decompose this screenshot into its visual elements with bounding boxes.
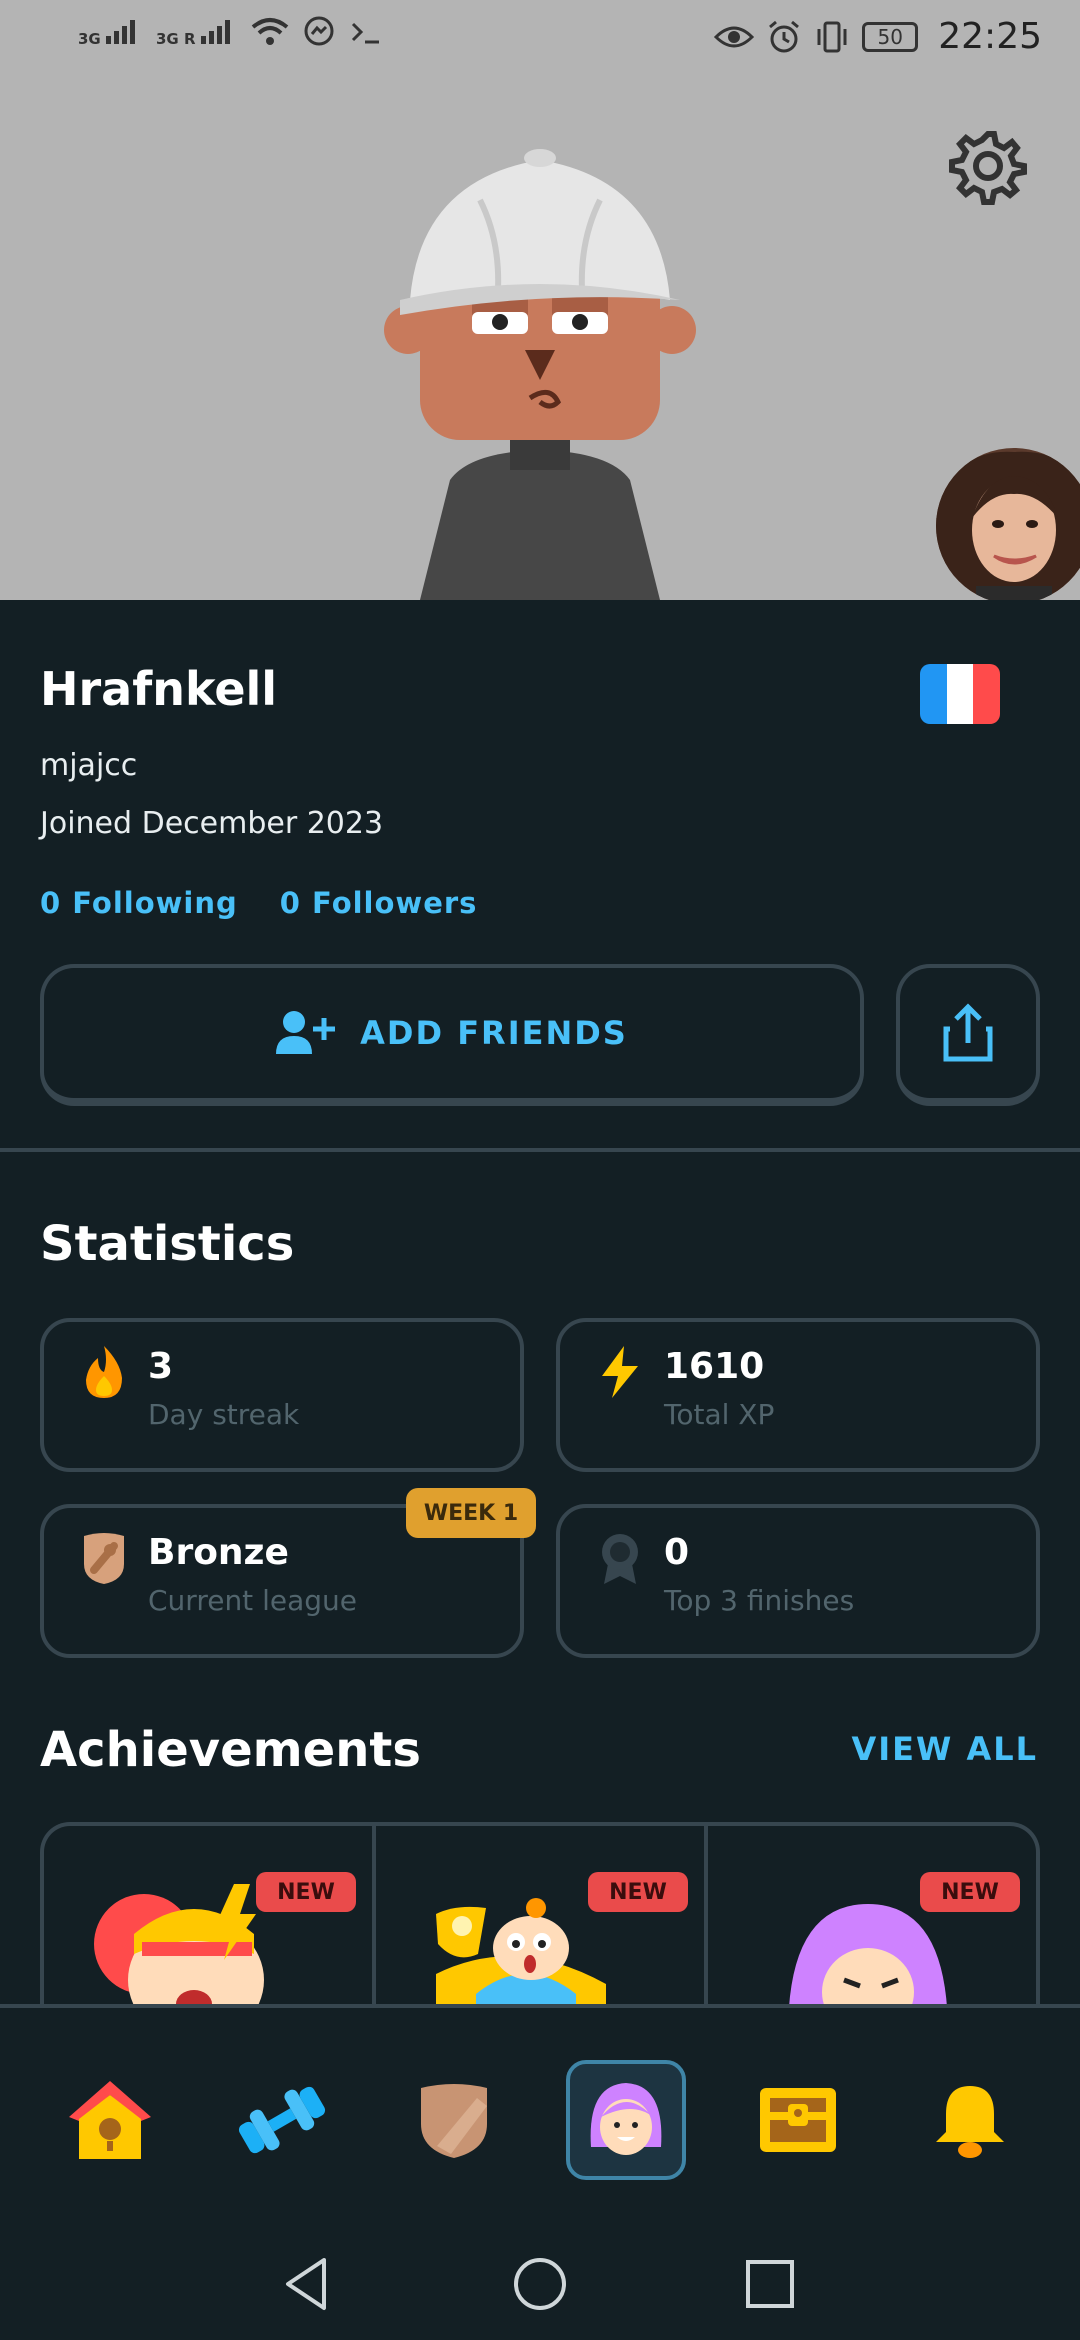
signal-icon: 3G [78, 18, 142, 47]
week-badge: WEEK 1 [406, 1488, 536, 1538]
nav-leagues[interactable] [394, 2060, 514, 2180]
terminal-icon [351, 22, 379, 44]
home-nav-icon[interactable] [510, 2254, 570, 2314]
follow-stats: 0 Following 0 Followers [40, 886, 477, 920]
username: mjajcc [40, 748, 138, 783]
practice-dumbbell-icon [238, 2086, 326, 2154]
nav-home[interactable] [50, 2060, 170, 2180]
battery-icon: 50 [862, 21, 919, 52]
wildfire-achievement-icon [94, 1884, 264, 2022]
share-button[interactable] [896, 964, 1040, 1106]
achievements-list: NEW NEW NEW [40, 1822, 1040, 2022]
trophy-achievement-icon [436, 1898, 606, 2022]
eye-icon [714, 26, 755, 47]
achievement-card[interactable]: NEW [708, 1826, 1036, 2022]
bottom-navigation [0, 2004, 1080, 2214]
new-badge: NEW [256, 1872, 356, 1912]
nav-shop[interactable] [738, 2060, 858, 2180]
nav-notifications[interactable] [910, 2060, 1030, 2180]
add-friends-label: ADD FRIENDS [360, 1014, 628, 1052]
recents-icon[interactable] [740, 2254, 800, 2314]
system-navigation-bar [0, 2214, 1080, 2340]
statistics-title: Statistics [40, 1216, 295, 1272]
stat-label: Top 3 finishes [664, 1584, 855, 1617]
medal-icon [602, 1534, 638, 1584]
stat-value: 3 [148, 1346, 174, 1387]
nav-profile[interactable] [566, 2060, 686, 2180]
profile-header: 3G 3G R 50 22:25 [0, 0, 1080, 600]
settings-gear-icon[interactable] [948, 126, 1028, 206]
user-photo-avatar[interactable] [936, 448, 1080, 600]
stat-value: 1610 [664, 1346, 765, 1387]
status-time: 22:25 [938, 16, 1042, 57]
stat-label: Total XP [664, 1398, 775, 1431]
france-flag-icon[interactable] [920, 664, 1000, 724]
section-divider [0, 1148, 1080, 1152]
new-badge: NEW [588, 1872, 688, 1912]
following-link[interactable]: 0 Following [40, 886, 238, 920]
status-bar: 3G 3G R 50 22:25 [0, 0, 1080, 72]
stat-card-xp[interactable]: 1610 Total XP [556, 1318, 1040, 1472]
wifi-icon [251, 18, 289, 45]
view-all-link[interactable]: VIEW ALL [851, 1730, 1038, 1768]
vibrate-icon [817, 21, 847, 52]
followers-link[interactable]: 0 Followers [280, 886, 478, 920]
stat-label: Current league [148, 1584, 357, 1617]
shop-chest-icon [760, 2088, 836, 2152]
home-icon [69, 2081, 151, 2159]
back-icon[interactable] [278, 2254, 338, 2314]
add-friends-button[interactable]: ADD FRIENDS [40, 964, 864, 1106]
new-badge: NEW [920, 1872, 1020, 1912]
share-icon [943, 1003, 993, 1062]
achievements-title: Achievements [40, 1722, 421, 1778]
signal-icon: 3G R [156, 18, 237, 47]
profile-icon [590, 2083, 662, 2155]
achievement-card[interactable]: NEW [376, 1826, 708, 2022]
lightning-icon [602, 1346, 638, 1398]
display-name: Hrafnkell [40, 662, 278, 716]
achievement-card[interactable]: NEW [44, 1826, 376, 2022]
alarm-icon [769, 20, 800, 52]
joined-date: Joined December 2023 [40, 806, 384, 841]
nav-practice[interactable] [222, 2060, 342, 2180]
sage-achievement-icon [777, 1904, 948, 2022]
bell-icon [936, 2086, 1004, 2158]
avatar-illustration [384, 149, 696, 600]
league-shield-icon [421, 2084, 487, 2158]
stat-card-streak[interactable]: 3 Day streak [40, 1318, 524, 1472]
stat-label: Day streak [148, 1398, 300, 1431]
stat-value: Bronze [148, 1532, 289, 1573]
bronze-league-icon [84, 1533, 124, 1584]
fire-icon [86, 1346, 122, 1398]
stat-value: 0 [664, 1532, 690, 1573]
messenger-icon [304, 16, 334, 46]
stat-card-top3[interactable]: 0 Top 3 finishes [556, 1504, 1040, 1658]
add-person-icon [276, 1011, 336, 1054]
